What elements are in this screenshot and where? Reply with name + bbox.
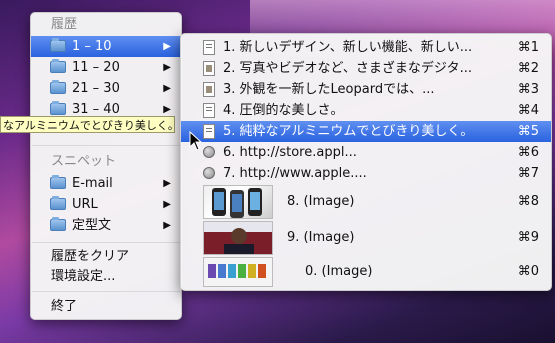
- history-group-label: 21 – 30: [72, 81, 120, 96]
- folder-icon: [50, 80, 66, 94]
- tooltip: なアルミニウムでとびきり美しく。: [0, 116, 175, 133]
- iphone-thumbnail: [203, 185, 273, 219]
- history-group-21-30[interactable]: 21 – 30 ▶: [31, 78, 181, 99]
- submenu-arrow-icon: ▶: [163, 199, 171, 210]
- folder-icon: [50, 217, 66, 231]
- main-menu: 履歴 1 – 10 ▶ 11 – 20 ▶ 21 – 30 ▶ 31 – 40 …: [30, 12, 182, 320]
- snippet-folder-fixed-text[interactable]: 定型文 ▶: [31, 215, 181, 236]
- portrait-thumbnail: [203, 221, 273, 255]
- ipod-thumbnail: [203, 257, 273, 287]
- history-item-9[interactable]: 9. (Image) ⌘9: [181, 220, 551, 256]
- history-submenu: 1. 新しいデザイン、新しい機能、新しい... ⌘1 2. 写真やビデオなど、さ…: [180, 33, 552, 291]
- ipod-image: [208, 264, 266, 278]
- history-item-4[interactable]: 4. 圧倒的な美しさ。 ⌘4: [181, 100, 551, 121]
- clear-history-item[interactable]: 履歴をクリア: [31, 246, 181, 267]
- history-item-2[interactable]: 2. 写真やビデオなど、さまざまなデジタ... ⌘2: [181, 58, 551, 79]
- menu-separator: [32, 145, 180, 146]
- document-icon: [203, 124, 215, 139]
- globe-icon: [203, 146, 215, 158]
- image-document-icon: [203, 82, 215, 97]
- snippet-folder-label: URL: [72, 197, 98, 212]
- quit-item[interactable]: 終了: [31, 296, 181, 317]
- history-item-7[interactable]: 7. http://www.apple.... ⌘7: [181, 163, 551, 184]
- snippets-header: スニペット: [51, 154, 117, 169]
- submenu-arrow-icon: ▶: [163, 41, 171, 52]
- snippet-folder-label: E-mail: [72, 176, 113, 191]
- submenu-arrow-icon: ▶: [163, 220, 171, 231]
- preferences-item[interactable]: 環境設定...: [31, 266, 181, 287]
- globe-icon: [203, 167, 215, 179]
- document-icon: [203, 103, 215, 118]
- history-group-1-10[interactable]: 1 – 10 ▶: [31, 36, 181, 57]
- history-group-label: 1 – 10: [72, 39, 112, 54]
- folder-icon: [50, 101, 66, 115]
- folder-icon: [50, 196, 66, 210]
- snippet-folder-url[interactable]: URL ▶: [31, 194, 181, 215]
- history-group-11-20[interactable]: 11 – 20 ▶: [31, 57, 181, 78]
- mouse-pointer-icon: [189, 131, 203, 151]
- folder-icon: [50, 38, 66, 52]
- history-item-8[interactable]: 8. (Image) ⌘8: [181, 184, 551, 220]
- submenu-arrow-icon: ▶: [163, 83, 171, 94]
- history-group-label: 11 – 20: [72, 60, 120, 75]
- image-document-icon: [203, 61, 215, 76]
- submenu-arrow-icon: ▶: [163, 62, 171, 73]
- history-item-3[interactable]: 3. 外観を一新したLeopardでは、... ⌘3: [181, 79, 551, 100]
- history-item-6[interactable]: 6. http://store.appl... ⌘6: [181, 142, 551, 163]
- snippet-folder-label: 定型文: [72, 218, 112, 233]
- document-icon: [203, 40, 215, 55]
- portrait-image: [204, 222, 272, 254]
- iphone-image: [212, 188, 262, 218]
- history-item-5[interactable]: 5. 純粋なアルミニウムでとびきり美しく。 ⌘5: [181, 121, 551, 142]
- history-item-0[interactable]: 0. (Image) ⌘0: [181, 256, 551, 288]
- snippet-folder-email[interactable]: E-mail ▶: [31, 173, 181, 194]
- history-item-1[interactable]: 1. 新しいデザイン、新しい機能、新しい... ⌘1: [181, 37, 551, 58]
- menu-separator: [32, 242, 180, 243]
- folder-icon: [50, 175, 66, 189]
- submenu-arrow-icon: ▶: [163, 178, 171, 189]
- history-header: 履歴: [51, 17, 78, 32]
- folder-icon: [50, 59, 66, 73]
- menu-separator: [32, 291, 180, 292]
